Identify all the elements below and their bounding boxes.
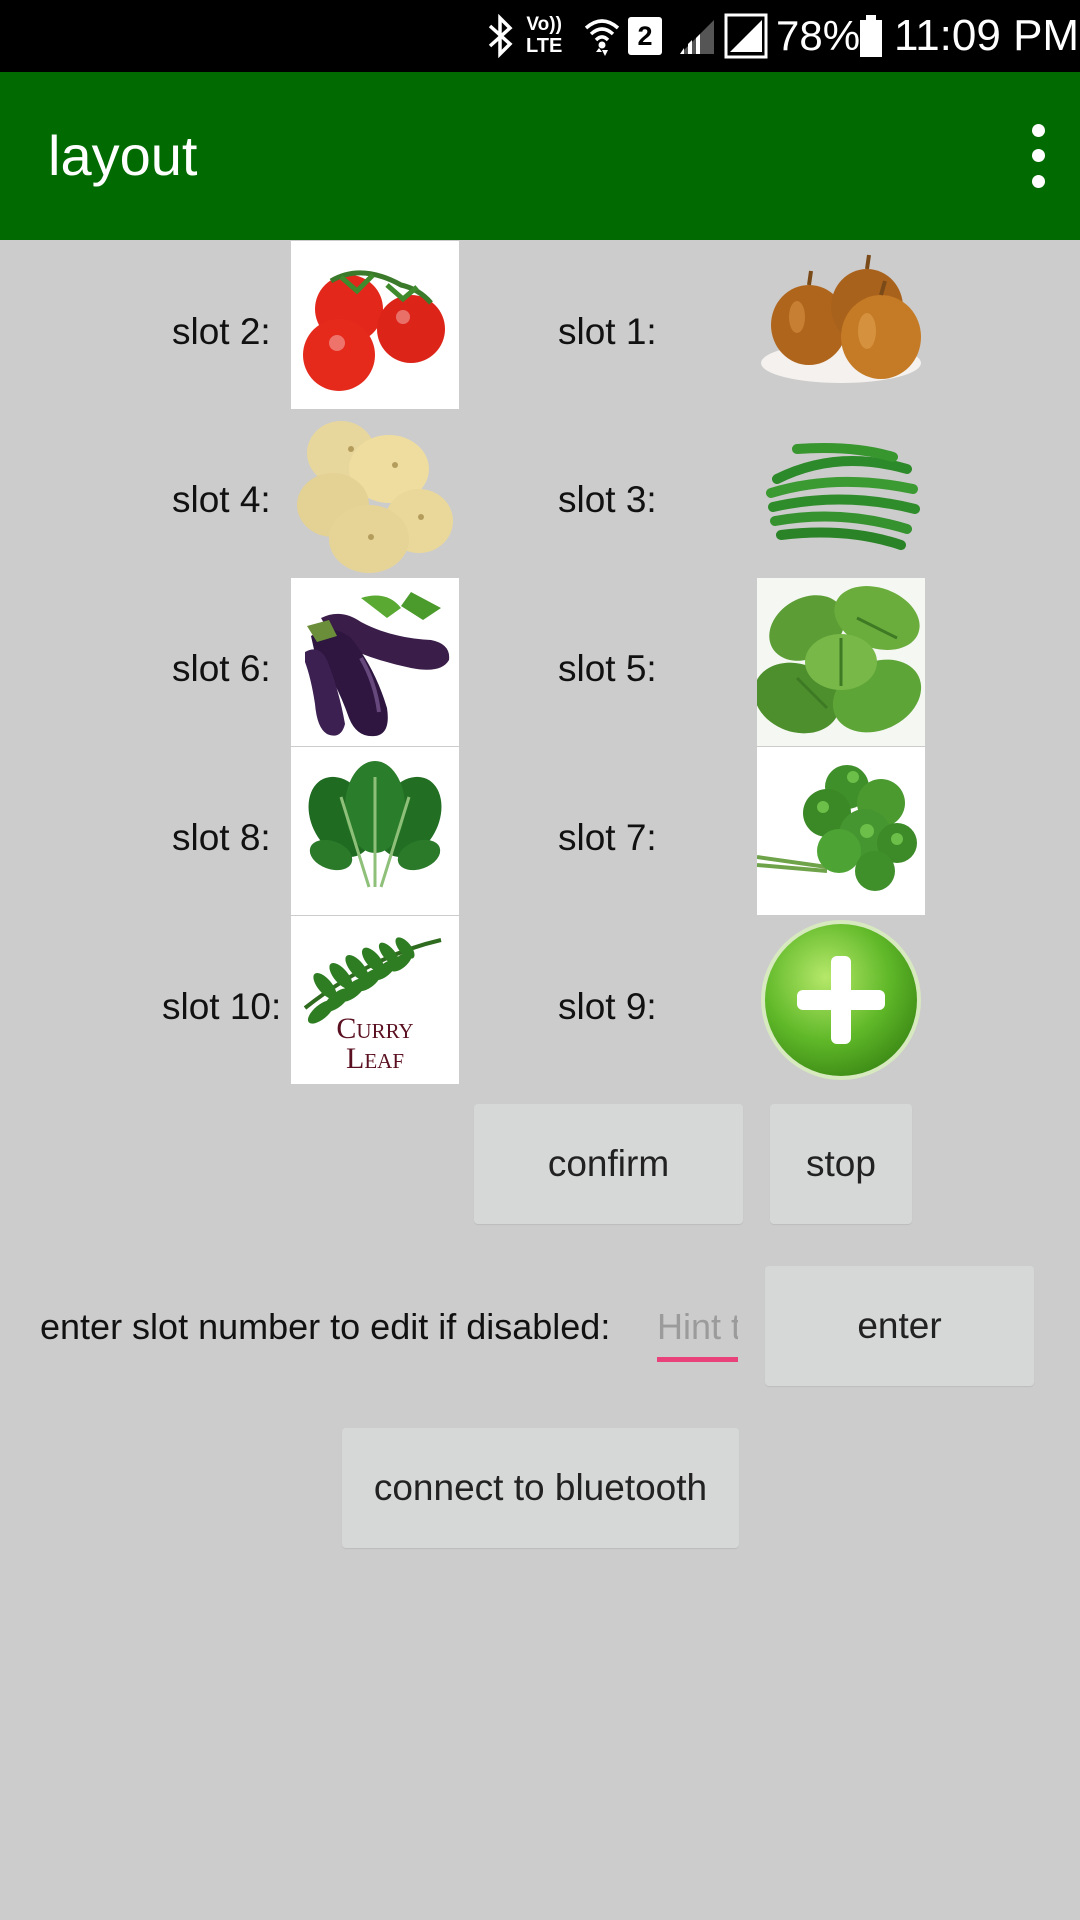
- signal-icon: [724, 0, 768, 72]
- slot-6-label: slot 6:: [172, 648, 271, 689]
- bluetooth-icon: [484, 0, 516, 72]
- volte-label: Vo)): [526, 14, 562, 35]
- slot-7-coriander-image[interactable]: [756, 747, 925, 915]
- slot-10-curry-leaf-image[interactable]: Curry Leaf: [291, 916, 459, 1084]
- wifi-icon: [582, 0, 622, 72]
- slot-number-placeholder: Hint t: [657, 1306, 738, 1347]
- slot-8-spinach-image[interactable]: [291, 747, 459, 915]
- slot-1-onion-image[interactable]: [757, 241, 925, 409]
- status-bar: Vo)) LTE 2 78% 11:09 PM: [0, 0, 1080, 72]
- slot-9-label: slot 9:: [558, 986, 657, 1027]
- curry-leaf-caption: Curry Leaf: [336, 1012, 414, 1075]
- sim-2-icon: 2: [628, 0, 662, 72]
- enter-button[interactable]: enter: [765, 1266, 1034, 1386]
- battery-icon: [858, 0, 884, 72]
- volte-icon: Vo)) LTE: [526, 0, 562, 72]
- input-underline: [657, 1357, 738, 1362]
- slot-6-eggplant-image[interactable]: [291, 578, 459, 746]
- app-bar: layout: [0, 72, 1080, 240]
- confirm-button[interactable]: confirm: [474, 1104, 743, 1224]
- sim-label: 2: [637, 20, 653, 51]
- overflow-menu-icon[interactable]: [1010, 118, 1066, 194]
- lte-label: LTE: [526, 35, 563, 57]
- clock: 11:09 PM: [894, 11, 1080, 60]
- slot-4-potato-image[interactable]: [291, 409, 459, 577]
- slot-3-label: slot 3:: [558, 479, 657, 520]
- edit-slot-prompt: enter slot number to edit if disabled:: [40, 1306, 611, 1347]
- slot-2-tomato-image[interactable]: [291, 241, 459, 409]
- signal-icon: [678, 0, 718, 72]
- slot-3-green-beans-image[interactable]: [757, 409, 925, 577]
- battery-percent: 78%: [776, 12, 861, 59]
- slot-10-label: slot 10:: [162, 986, 282, 1027]
- slot-1-label: slot 1:: [558, 311, 657, 352]
- slot-number-input[interactable]: Hint t: [657, 1298, 738, 1362]
- slot-4-label: slot 4:: [172, 479, 271, 520]
- stop-button[interactable]: stop: [770, 1104, 912, 1224]
- app-title: layout: [48, 124, 198, 187]
- add-icon[interactable]: [757, 916, 925, 1084]
- slot-5-label: slot 5:: [558, 648, 657, 689]
- slot-5-mint-image[interactable]: [754, 578, 925, 746]
- slot-8-label: slot 8:: [172, 817, 271, 858]
- slot-2-label: slot 2:: [172, 311, 271, 352]
- connect-bluetooth-button[interactable]: connect to bluetooth: [342, 1428, 739, 1548]
- slot-7-label: slot 7:: [558, 817, 657, 858]
